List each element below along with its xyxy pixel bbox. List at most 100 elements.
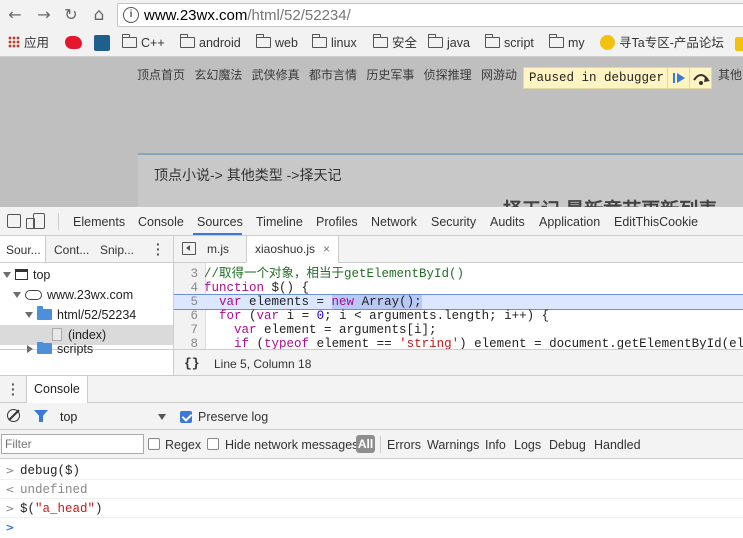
bookmark-label: my (568, 36, 585, 50)
address-bar[interactable]: i www.23wx.com/html/52/52234/ (117, 3, 743, 27)
reload-icon[interactable]: ↻ (60, 4, 82, 26)
toggle-navigator-icon[interactable] (182, 242, 196, 255)
collapse-arrow-icon[interactable] (27, 345, 33, 353)
folder-icon (548, 34, 564, 48)
tab-profiles[interactable]: Profiles (316, 215, 358, 229)
tab-timeline[interactable]: Timeline (256, 215, 303, 229)
bookmark-folder-script[interactable]: script (484, 34, 534, 52)
filter-input[interactable] (1, 434, 144, 454)
expand-arrow-icon[interactable] (13, 292, 21, 298)
console-input-line[interactable]: > debug($) (0, 461, 743, 480)
file-icon (52, 328, 62, 341)
tree-item-scripts[interactable]: scripts (0, 342, 174, 356)
tree-item-label: (index) (68, 328, 107, 342)
editor-tab-mjs[interactable]: m.js (199, 236, 237, 263)
level-debug[interactable]: Debug (549, 438, 586, 452)
close-icon[interactable]: × (323, 242, 330, 256)
drawer-menu-icon[interactable]: · · · (11, 377, 16, 401)
tab-application[interactable]: Application (539, 215, 600, 229)
console-output[interactable]: > debug($) < undefined > $("a_head") > (0, 459, 743, 538)
line-number[interactable]: 4 (174, 281, 204, 295)
inspect-element-icon[interactable] (7, 214, 21, 228)
console-result-line[interactable]: < undefined (0, 480, 743, 499)
step-over-icon (693, 74, 710, 85)
tab-network[interactable]: Network (371, 215, 417, 229)
level-warnings[interactable]: Warnings (427, 438, 479, 452)
url-path: /html/52/52234/ (247, 7, 351, 24)
tab-navigator-snippets[interactable]: Snip... (100, 243, 134, 257)
line-number[interactable]: 8 (174, 337, 204, 349)
tree-item-label: top (33, 268, 51, 282)
tab-drawer-console[interactable]: Console (26, 376, 88, 403)
tab-security[interactable]: Security (431, 215, 476, 229)
tree-item-top[interactable]: top (0, 265, 173, 285)
bookmark-folder-linux[interactable]: linux (311, 34, 357, 52)
paused-overlay: Paused in debugger (523, 67, 712, 89)
bookmark-forum[interactable]: 寻Ta专区-产品论坛 (600, 35, 724, 52)
code-line: 8 if (typeof element == 'string') elemen… (174, 337, 743, 349)
line-number[interactable]: 3 (174, 267, 204, 281)
step-over-button[interactable] (689, 68, 711, 88)
bookmark-folder-java[interactable]: java (427, 34, 470, 52)
line-number[interactable]: 5 (174, 295, 204, 309)
line-number[interactable]: 6 (174, 309, 204, 323)
pretty-print-button[interactable]: {} (184, 356, 200, 371)
bookmark-folder-android[interactable]: android (179, 34, 241, 52)
site-nav-links[interactable]: 顶点首页 玄幻魔法 武侠修真 都市言情 历史军事 侦探推理 网游动 (137, 68, 517, 82)
devtools-tabbar: Elements Console Sources Timeline Profil… (0, 207, 743, 236)
bookmark-folder-security[interactable]: 安全 (372, 34, 417, 52)
line-number[interactable]: 7 (174, 323, 204, 337)
tab-audits[interactable]: Audits (490, 215, 525, 229)
tab-editthiscookie[interactable]: EditThisCookie (614, 215, 698, 229)
drawer-tabbar: · · · Console (0, 376, 743, 403)
filter-icon[interactable] (34, 410, 48, 422)
regex-label: Regex (165, 438, 202, 452)
tree-item-domain[interactable]: www.23wx.com (0, 285, 173, 305)
bookmark-folder-cpp[interactable]: C++ (121, 34, 165, 52)
tab-elements[interactable]: Elements (73, 215, 125, 229)
console-input-line[interactable]: > $("a_head") (0, 499, 743, 518)
tab-navigator-sources[interactable]: Sour... (6, 243, 41, 257)
resume-button[interactable] (667, 68, 689, 88)
folder-icon (311, 34, 327, 48)
bookmark-app[interactable] (94, 35, 110, 52)
editor-tab-xiaoshuo[interactable]: xiaoshuo.js × (246, 236, 340, 264)
tree-item-folder[interactable]: html/52/52234 (0, 305, 173, 325)
expand-arrow-icon[interactable] (3, 272, 11, 278)
level-info[interactable]: Info (485, 438, 506, 452)
bookmark-weibo[interactable] (65, 35, 82, 52)
device-mode-icon[interactable] (26, 213, 45, 229)
bookmark-folder-web[interactable]: web (255, 34, 298, 52)
forward-icon[interactable]: → (33, 4, 55, 26)
level-logs[interactable]: Logs (514, 438, 541, 452)
code-text: ( (249, 337, 265, 349)
code-keyword: function (204, 281, 265, 295)
tab-sources[interactable]: Sources (197, 215, 243, 229)
code-keyword: typeof (264, 337, 310, 349)
console-prompt[interactable]: > (0, 518, 743, 537)
tab-navigator-content-scripts[interactable]: Cont... (54, 243, 89, 257)
navigator-menu-icon[interactable]: · · · (156, 237, 161, 261)
clear-console-icon[interactable] (7, 409, 20, 422)
more-bookmarks-icon[interactable] (735, 37, 743, 51)
home-icon[interactable]: ⌂ (88, 4, 110, 26)
code-editor[interactable]: 3//取得一个对象，相当于getElementById() 4 function … (174, 263, 743, 349)
hide-network-checkbox[interactable] (207, 438, 219, 450)
breadcrumb[interactable]: 顶点小说-> 其他类型 ->择天记 (154, 165, 341, 185)
tab-console[interactable]: Console (138, 215, 184, 229)
level-all-button[interactable]: All (356, 435, 375, 453)
execution-line: 5 var elements = new Array(); (174, 294, 743, 310)
page-info-icon[interactable]: i (123, 7, 139, 23)
preserve-log-checkbox[interactable] (180, 411, 192, 423)
level-errors[interactable]: Errors (387, 438, 421, 452)
back-icon[interactable]: ← (4, 4, 26, 26)
bookmark-folder-my[interactable]: my (548, 34, 585, 52)
bookmark-apps[interactable]: 应用 (8, 35, 49, 52)
level-handled[interactable]: Handled (594, 438, 641, 452)
regex-checkbox[interactable] (148, 438, 160, 450)
context-selector[interactable]: top (60, 410, 77, 424)
expand-arrow-icon[interactable] (25, 312, 33, 318)
site-nav-other[interactable]: 其他 (718, 66, 742, 83)
folder-icon (255, 34, 271, 48)
chevron-down-icon[interactable] (158, 414, 166, 420)
